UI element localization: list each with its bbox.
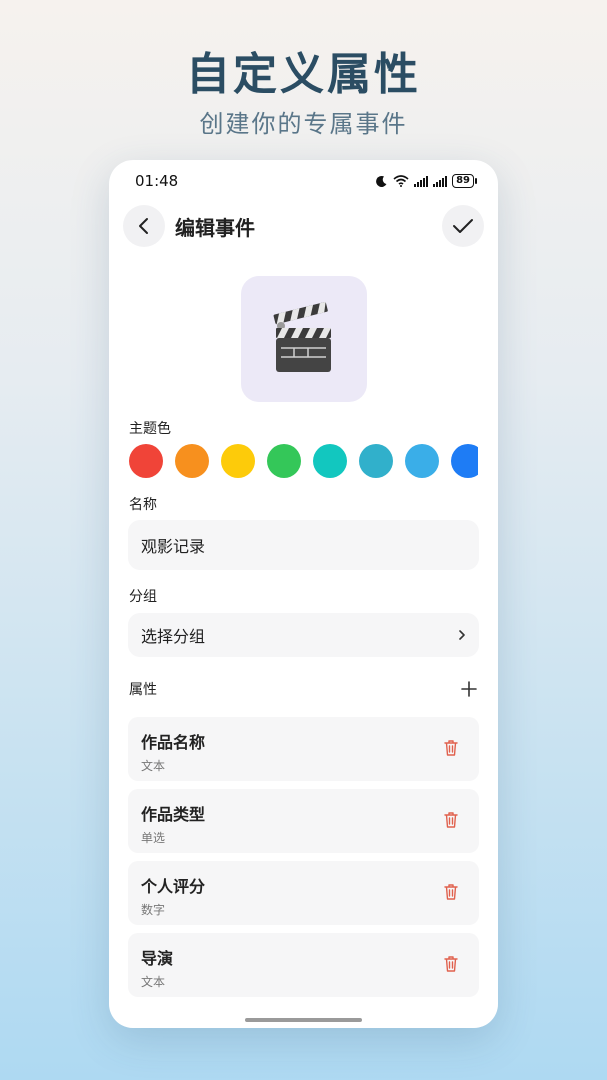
- signal-icon: [433, 175, 448, 187]
- attribute-item[interactable]: 作品名称 文本: [128, 717, 479, 781]
- color-swatch[interactable]: [267, 444, 301, 478]
- group-label: 分组: [129, 589, 157, 605]
- color-swatch[interactable]: [405, 444, 439, 478]
- attribute-name: 作品类型: [141, 805, 206, 824]
- status-bar: 01:48 89: [135, 170, 477, 192]
- phone-screen: 01:48 89 编辑事件 主题色 名称 观影记录 分组 选择分组 属性 作品名…: [109, 160, 498, 1028]
- home-indicator[interactable]: [245, 1018, 362, 1022]
- trash-icon[interactable]: [443, 811, 459, 829]
- wifi-icon: [393, 175, 409, 187]
- name-label: 名称: [129, 497, 157, 513]
- status-time: 01:48: [135, 172, 179, 190]
- back-button[interactable]: [123, 205, 165, 247]
- color-swatch[interactable]: [313, 444, 347, 478]
- theme-color-label: 主题色: [129, 421, 171, 437]
- trash-icon[interactable]: [443, 739, 459, 757]
- attribute-name: 作品名称: [141, 733, 206, 752]
- moon-icon: [376, 175, 387, 187]
- attribute-name: 个人评分: [141, 877, 206, 896]
- attribute-type: 数字: [141, 903, 166, 917]
- trash-icon[interactable]: [443, 883, 459, 901]
- attribute-item[interactable]: 个人评分 数字: [128, 861, 479, 925]
- chevron-right-icon: [459, 630, 465, 640]
- confirm-button[interactable]: [442, 205, 484, 247]
- group-select[interactable]: 选择分组: [128, 613, 479, 657]
- signal-icon: [414, 175, 429, 187]
- promo-subline: 创建你的专属事件: [199, 110, 408, 138]
- attribute-type: 文本: [141, 975, 166, 989]
- clapperboard-icon: [273, 301, 331, 372]
- name-input[interactable]: 观影记录: [128, 520, 479, 570]
- status-icons: 89: [375, 174, 477, 188]
- promo-headline: 自定义属性: [186, 49, 421, 100]
- add-attribute-button[interactable]: [460, 680, 478, 698]
- attribute-item[interactable]: 作品类型 单选: [128, 789, 479, 853]
- attribute-type: 文本: [141, 759, 166, 773]
- attribute-item[interactable]: 导演 文本: [128, 933, 479, 997]
- page-title: 编辑事件: [175, 215, 255, 240]
- color-swatch[interactable]: [221, 444, 255, 478]
- battery-icon: 89: [452, 174, 477, 188]
- trash-icon[interactable]: [443, 955, 459, 973]
- color-swatch[interactable]: [359, 444, 393, 478]
- attribute-name: 导演: [141, 949, 174, 968]
- top-bar: 编辑事件: [123, 205, 484, 247]
- attribute-type: 单选: [141, 831, 166, 845]
- chevron-left-icon: [139, 218, 148, 234]
- event-icon-picker[interactable]: [241, 276, 367, 402]
- color-swatch[interactable]: [451, 444, 478, 478]
- theme-color-row: [129, 444, 478, 478]
- attributes-header: 属性: [129, 676, 478, 702]
- color-swatch[interactable]: [175, 444, 209, 478]
- name-input-value: 观影记录: [141, 537, 206, 556]
- check-icon: [453, 219, 473, 233]
- attributes-label: 属性: [129, 682, 157, 698]
- group-select-value: 选择分组: [141, 627, 206, 646]
- color-swatch[interactable]: [129, 444, 163, 478]
